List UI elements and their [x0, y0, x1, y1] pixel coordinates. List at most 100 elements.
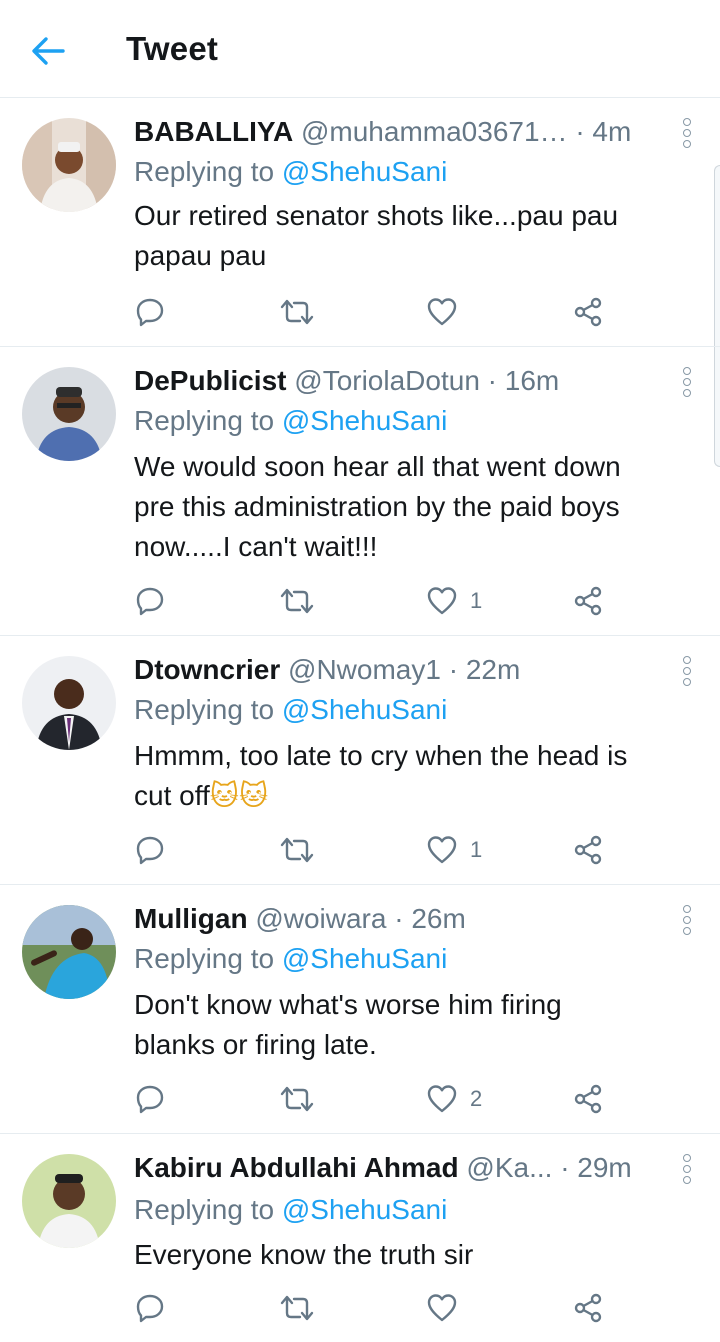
display-name[interactable]: BABALLIYA	[134, 116, 293, 147]
avatar[interactable]	[22, 118, 116, 212]
replying-to-label: Replying to	[134, 1194, 282, 1225]
more-options-button[interactable]	[680, 656, 694, 686]
replying-to: Replying to @ShehuSani	[134, 1193, 447, 1227]
top-app-bar: Tweet	[0, 0, 720, 98]
tweet-text: Our retired senator shots like...pau pau…	[134, 196, 694, 276]
heart-icon	[427, 298, 457, 326]
more-options-button[interactable]	[680, 118, 694, 148]
share-icon	[574, 1293, 602, 1323]
replying-to-label: Replying to	[134, 405, 282, 436]
like-button[interactable]	[426, 1290, 470, 1326]
username[interactable]: @Ka...	[466, 1152, 552, 1183]
replying-to: Replying to @ShehuSani	[134, 942, 447, 976]
reply-button[interactable]	[134, 294, 166, 330]
arrow-left-icon	[32, 37, 65, 65]
tweet-reply[interactable]: BABALLIYA @muhamma03671… · 4m Replying t…	[0, 98, 720, 347]
back-button[interactable]	[30, 33, 66, 69]
mention-link[interactable]: @ShehuSani	[282, 156, 447, 187]
retweet-button[interactable]	[278, 1290, 316, 1326]
tweet-text-line: Don't know what's worse him firing	[134, 989, 562, 1020]
retweet-icon	[280, 1086, 314, 1112]
username[interactable]: @Nwomay1	[288, 654, 441, 685]
timestamp[interactable]: · 16m	[488, 365, 560, 396]
reply-button[interactable]	[134, 1081, 166, 1117]
timestamp[interactable]: · 22m	[449, 654, 521, 685]
share-button[interactable]	[572, 832, 604, 868]
retweet-icon	[280, 1295, 314, 1321]
tweet-text-line: Our retired senator shots like...pau pau	[134, 200, 619, 231]
mention-link[interactable]: @ShehuSani	[282, 943, 447, 974]
share-button[interactable]	[572, 1290, 604, 1326]
username[interactable]: @ToriolaDotun	[294, 365, 480, 396]
avatar[interactable]	[22, 656, 116, 750]
retweet-button[interactable]	[278, 832, 316, 868]
replying-to-label: Replying to	[134, 943, 282, 974]
heart-icon	[427, 1085, 457, 1113]
reply-icon	[136, 1294, 164, 1323]
like-button[interactable]: 1	[426, 583, 482, 619]
like-button[interactable]	[426, 294, 470, 330]
timestamp[interactable]: · 29m	[560, 1152, 632, 1183]
mention-link[interactable]: @ShehuSani	[282, 694, 447, 725]
tweet-text-line: Everyone know the truth sir	[134, 1239, 474, 1270]
retweet-icon	[280, 837, 314, 863]
more-options-button[interactable]	[680, 1154, 694, 1184]
share-button[interactable]	[572, 294, 604, 330]
replying-to: Replying to @ShehuSani	[134, 693, 447, 727]
share-button[interactable]	[572, 1081, 604, 1117]
replying-to-label: Replying to	[134, 694, 282, 725]
tweet-header: BABALLIYA @muhamma03671… · 4m	[134, 115, 658, 149]
retweet-button[interactable]	[278, 294, 316, 330]
retweet-icon	[280, 588, 314, 614]
replying-to: Replying to @ShehuSani	[134, 404, 447, 438]
share-icon	[574, 835, 602, 865]
mention-link[interactable]: @ShehuSani	[282, 405, 447, 436]
timestamp[interactable]: · 4m	[575, 116, 631, 147]
reply-button[interactable]	[134, 1290, 166, 1326]
more-vertical-icon	[683, 118, 691, 126]
reply-button[interactable]	[134, 583, 166, 619]
tweet-header: Dtowncrier @Nwomay1 · 22m	[134, 653, 658, 687]
tweet-text: We would soon hear all that went down pr…	[134, 447, 694, 567]
tweet-reply[interactable]: Mulligan @woiwara · 26m Replying to @She…	[0, 885, 720, 1134]
avatar[interactable]	[22, 1154, 116, 1248]
display-name[interactable]: Mulligan	[134, 903, 248, 934]
reply-icon	[136, 1085, 164, 1114]
page-title: Tweet	[126, 30, 219, 67]
reply-button[interactable]	[134, 832, 166, 868]
like-count: 1	[470, 837, 483, 862]
timestamp[interactable]: · 26m	[394, 903, 466, 934]
tweet-reply[interactable]: Dtowncrier @Nwomay1 · 22m Replying to @S…	[0, 636, 720, 885]
reply-icon	[136, 836, 164, 865]
more-options-button[interactable]	[680, 905, 694, 935]
reply-icon	[136, 298, 164, 327]
tweet-text-line: papau pau	[134, 240, 267, 271]
tweet-text-line: pre this administration by the paid boys	[134, 491, 620, 522]
retweet-button[interactable]	[278, 583, 316, 619]
tweet-reply[interactable]: Kabiru Abdullahi Ahmad @Ka... · 29m Repl…	[0, 1134, 720, 1342]
more-vertical-icon	[683, 1154, 691, 1162]
more-options-button[interactable]	[680, 367, 694, 397]
avatar[interactable]	[22, 367, 116, 461]
display-name[interactable]: Dtowncrier	[134, 654, 280, 685]
retweet-button[interactable]	[278, 1081, 316, 1117]
username[interactable]: @woiwara	[255, 903, 386, 934]
mention-link[interactable]: @ShehuSani	[282, 1194, 447, 1225]
username[interactable]: @muhamma03671…	[301, 116, 568, 147]
tweet-text-line: We would soon hear all that went down	[134, 451, 621, 482]
more-vertical-icon	[683, 656, 691, 664]
avatar[interactable]	[22, 905, 116, 999]
tweet-text-line: cut off🐱🐱	[134, 776, 694, 816]
share-button[interactable]	[572, 583, 604, 619]
retweet-icon	[280, 299, 314, 325]
like-button[interactable]: 1	[426, 832, 482, 868]
heart-icon	[427, 1294, 457, 1322]
tweet-header: Kabiru Abdullahi Ahmad @Ka... · 29m	[134, 1151, 658, 1185]
display-name[interactable]: Kabiru Abdullahi Ahmad	[134, 1152, 459, 1183]
like-button[interactable]: 2	[426, 1081, 482, 1117]
display-name[interactable]: DePublicist	[134, 365, 286, 396]
tweet-reply[interactable]: DePublicist @ToriolaDotun · 16m Replying…	[0, 347, 720, 636]
more-vertical-icon	[683, 905, 691, 913]
heart-icon	[427, 836, 457, 864]
more-vertical-icon	[683, 367, 691, 375]
